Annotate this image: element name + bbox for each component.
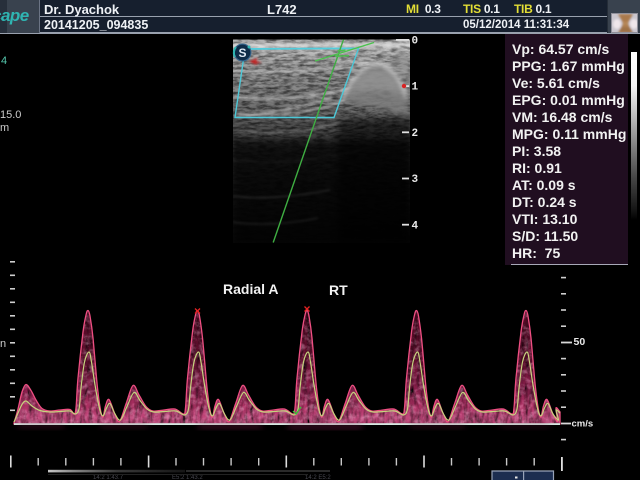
svg-text:cm/s: cm/s: [572, 419, 594, 430]
svg-text:1: 1: [412, 82, 419, 94]
svg-text:15.0: 15.0: [0, 109, 21, 121]
svg-text:m: m: [0, 122, 9, 134]
svg-text:14:2 1:43.7: 14:2 1:43.7: [93, 475, 124, 480]
svg-text:50: 50: [574, 336, 586, 348]
svg-text:E5:2 1:43.2: E5:2 1:43.2: [172, 475, 203, 480]
svg-text:S: S: [238, 46, 246, 60]
svg-text:Radial A: Radial A: [223, 281, 279, 297]
svg-text:3: 3: [412, 174, 419, 186]
svg-text:2: 2: [412, 128, 419, 140]
svg-text:0: 0: [412, 36, 419, 48]
svg-text:n: n: [0, 338, 6, 350]
svg-text:RT: RT: [329, 282, 348, 298]
svg-text:4: 4: [1, 55, 7, 67]
svg-text:14:2 E5:2: 14:2 E5:2: [305, 475, 331, 480]
svg-text:4: 4: [412, 220, 419, 232]
